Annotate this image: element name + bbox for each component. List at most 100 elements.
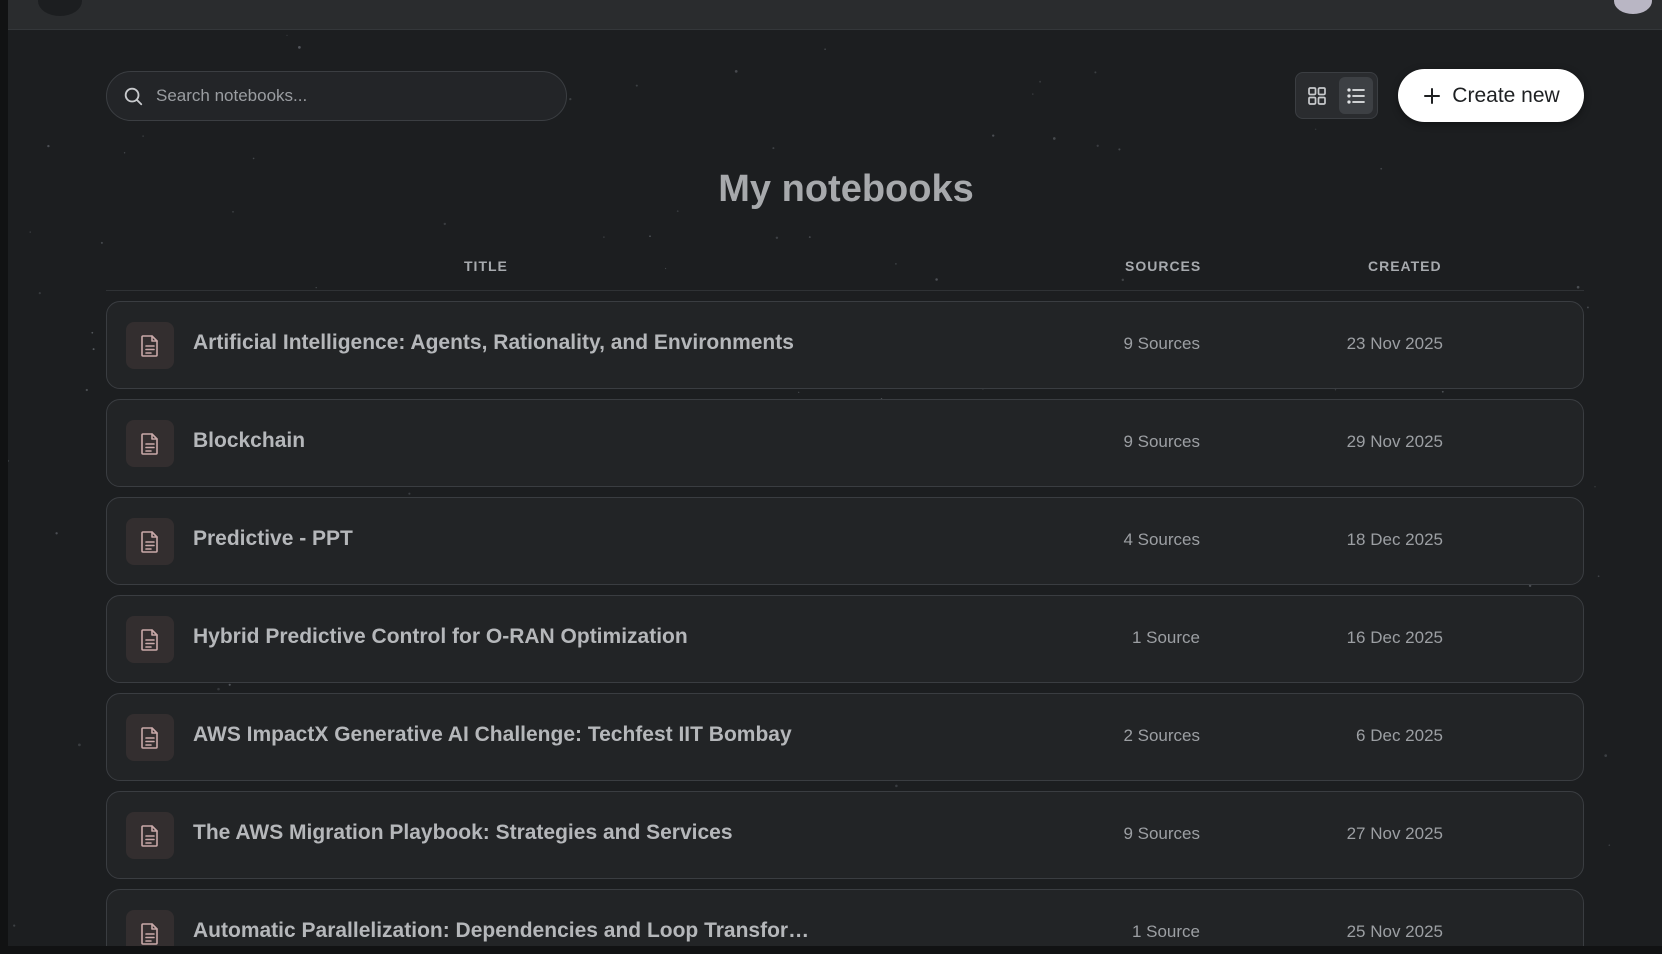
star [603,236,605,238]
notebook-sources: 9 Sources [1123,824,1200,843]
star [1604,754,1608,757]
create-new-label: Create new [1452,83,1560,107]
notebook-row[interactable]: AWS ImpactX Generative AI Challenge: Tec… [106,693,1584,781]
header-divider [106,290,1584,291]
notebook-title: Automatic Parallelization: Dependencies … [193,919,813,942]
notebook-created: 16 Dec 2025 [1346,628,1443,647]
notebook-row[interactable]: Predictive - PPT 4 Sources 18 Dec 2025 [106,497,1584,585]
star [1576,285,1580,289]
star [569,97,572,101]
star [1118,148,1121,151]
search-icon [124,87,143,106]
notebook-icon-box [126,910,174,946]
notebook-title: AWS ImpactX Generative AI Challenge: Tec… [193,723,792,746]
app-window: Create new My notebooks TITLE SOURCES CR… [8,0,1662,946]
star [47,144,50,148]
star [895,263,897,265]
star [123,152,126,154]
notebook-sources: 1 Source [1131,922,1200,941]
column-header-sources[interactable]: SOURCES [1125,258,1201,274]
notebook-icon-box [126,322,174,369]
notebook-icon-box [126,714,174,761]
star [808,236,811,239]
star [1039,80,1042,83]
star [92,348,95,351]
star [635,84,638,87]
star [772,147,775,150]
notebook-icon-box [126,616,174,663]
user-avatar[interactable] [1614,0,1652,14]
document-icon [141,922,158,945]
star [665,267,667,270]
notebook-row[interactable]: Hybrid Predictive Control for O-RAN Opti… [106,595,1584,683]
star [85,388,88,392]
star [91,331,94,334]
star [8,459,10,462]
notebook-sources: 4 Sources [1123,530,1200,549]
star [649,235,651,238]
notebook-sources: 2 Sources [1123,726,1200,745]
notebook-title: Hybrid Predictive Control for O-RAN Opti… [193,625,688,648]
notebook-created: 18 Dec 2025 [1346,530,1443,549]
grid-view-button[interactable] [1300,77,1335,114]
search-bar[interactable] [106,71,567,121]
notebook-created: 27 Nov 2025 [1346,824,1443,843]
document-icon [141,432,158,455]
star [1314,128,1317,131]
star [78,743,81,747]
notebook-title: Blockchain [193,429,306,452]
star [142,135,144,137]
star [1597,575,1600,578]
document-icon [141,726,158,749]
app-logo[interactable] [38,0,82,16]
document-icon [141,334,158,357]
star [13,924,16,927]
grid-icon [1308,86,1327,105]
notebook-sources: 9 Sources [1123,334,1200,353]
notebook-row[interactable]: Artificial Intelligence: Agents, Rationa… [106,301,1584,389]
notebook-list: Artificial Intelligence: Agents, Rationa… [106,301,1584,946]
star [1594,486,1596,488]
column-header-title[interactable]: TITLE [464,258,508,274]
star [775,236,779,240]
star [1032,93,1034,95]
notebook-icon-box [126,812,174,859]
notebook-title: The AWS Migration Playbook: Strategies a… [193,821,733,844]
star [1121,278,1125,282]
star [232,210,234,213]
notebook-title: Artificial Intelligence: Agents, Rationa… [193,331,794,354]
star [992,134,995,137]
document-icon [141,530,158,553]
notebook-row[interactable]: Blockchain 9 Sources 29 Nov 2025 [106,399,1584,487]
star [298,46,301,49]
star [734,70,738,73]
star [935,278,938,281]
star [1608,844,1611,846]
notebook-row[interactable]: The AWS Migration Playbook: Strategies a… [106,791,1584,879]
notebook-icon-box [126,420,174,467]
star [38,292,41,295]
notebook-row[interactable]: Automatic Parallelization: Dependencies … [106,889,1584,946]
star [443,222,446,226]
document-icon [141,824,158,847]
notebook-sources: 1 Source [1131,628,1200,647]
page-title: My notebooks [718,168,974,210]
search-input[interactable] [156,86,536,106]
view-toggle [1295,72,1378,119]
list-view-button[interactable] [1338,77,1373,114]
star [286,34,288,37]
star [1096,144,1099,147]
notebook-created: 6 Dec 2025 [1356,726,1443,745]
notebook-sources: 9 Sources [1123,432,1200,451]
star [1052,137,1056,140]
create-new-button[interactable]: Create new [1398,69,1584,122]
plus-icon [1424,87,1441,104]
list-icon [1347,87,1365,104]
notebook-icon-box [126,518,174,565]
column-header-created[interactable]: CREATED [1368,258,1442,274]
star [1094,71,1097,74]
star [29,231,31,233]
star [824,48,826,51]
notebook-created: 23 Nov 2025 [1346,334,1443,353]
star [315,286,317,289]
